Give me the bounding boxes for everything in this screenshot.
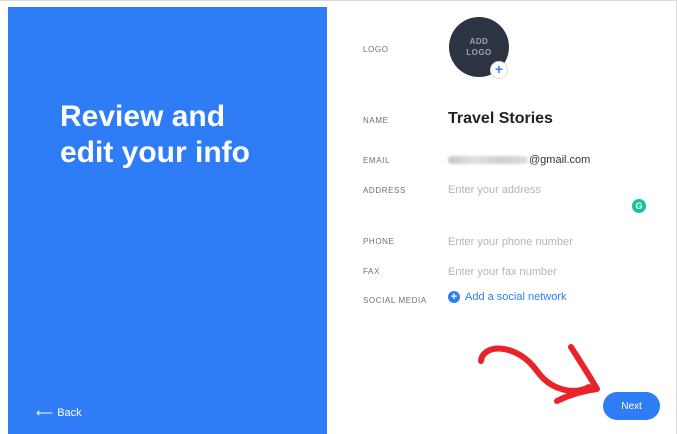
arrow-head xyxy=(554,344,600,404)
redacted-email-user xyxy=(448,156,528,164)
add-logo-text-line-2: LOGO xyxy=(466,48,492,57)
page-title-line-1: Review and xyxy=(60,100,226,133)
setup-wizard-window: Review and edit your info ⟵ Back LOGO AD… xyxy=(0,0,677,434)
grammarly-icon[interactable]: G xyxy=(632,199,646,213)
page-title: Review and edit your info xyxy=(60,99,310,171)
email-field[interactable]: @gmail.com xyxy=(448,154,590,166)
email-label: EMAIL xyxy=(363,156,391,165)
add-social-network-link[interactable]: + Add a social network xyxy=(448,291,567,303)
page-title-line-2: edit your info xyxy=(60,136,250,169)
arrow-left-icon: ⟵ xyxy=(36,406,54,420)
email-domain: @gmail.com xyxy=(529,154,591,166)
name-field[interactable]: Travel Stories xyxy=(448,110,553,128)
back-label: Back xyxy=(57,407,82,419)
fax-label: FAX xyxy=(363,267,380,276)
social-media-label: SOCIAL MEDIA xyxy=(363,296,427,305)
address-field[interactable]: Enter your address xyxy=(448,184,541,196)
info-form: LOGO ADD LOGO + NAME Travel Stories EMAI… xyxy=(327,7,676,434)
fax-field[interactable]: Enter your fax number xyxy=(448,266,557,278)
phone-label: PHONE xyxy=(363,237,395,246)
plus-circle-icon: + xyxy=(448,291,460,303)
add-social-network-label: Add a social network xyxy=(465,291,567,303)
phone-field[interactable]: Enter your phone number xyxy=(448,236,573,248)
logo-label: LOGO xyxy=(363,45,389,54)
plus-icon[interactable]: + xyxy=(490,61,508,79)
intro-panel: Review and edit your info ⟵ Back xyxy=(8,7,327,434)
add-logo-text-line-1: ADD xyxy=(469,37,489,46)
red-arrow-annotation xyxy=(478,344,600,404)
address-label: ADDRESS xyxy=(363,186,406,195)
back-button[interactable]: ⟵ Back xyxy=(36,407,82,419)
name-label: NAME xyxy=(363,116,389,125)
next-button[interactable]: Next xyxy=(603,392,660,420)
